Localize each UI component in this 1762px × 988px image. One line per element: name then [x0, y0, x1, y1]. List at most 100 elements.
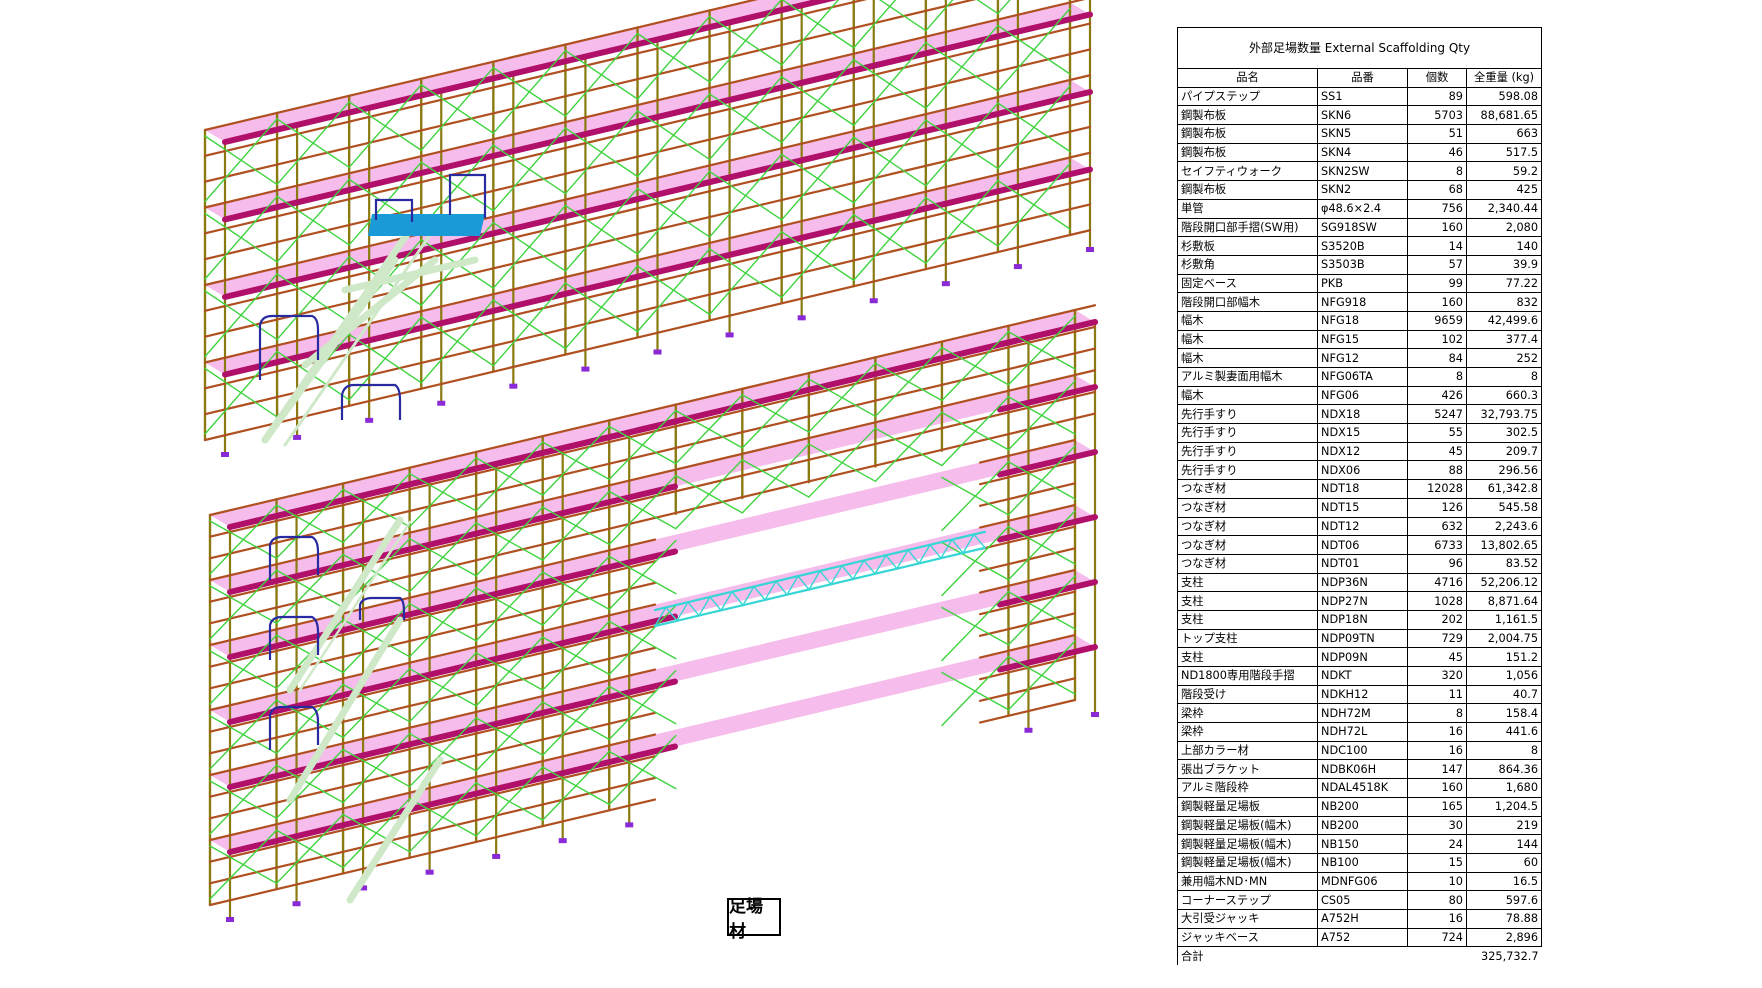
total-spacer	[1318, 947, 1408, 965]
cell-code: SKN2SW	[1317, 161, 1408, 182]
cell-count: 14	[1407, 236, 1467, 256]
cell-code: NDP27N	[1317, 591, 1408, 611]
cell-count: 632	[1407, 516, 1467, 537]
cell-weight: 42,499.6	[1465, 310, 1543, 331]
cross-brace	[941, 606, 1010, 646]
cell-count: 51	[1407, 124, 1467, 144]
table-row: つなぎ材 NDT12 632 2,243.6	[1177, 516, 1543, 537]
cross-brace	[997, 179, 1071, 230]
cross-brace	[636, 187, 711, 238]
cell-weight: 16.5	[1465, 871, 1543, 892]
cross-brace	[276, 195, 350, 246]
cell-name: つなぎ材	[1177, 479, 1318, 499]
cell-code: φ48.6×2.4	[1317, 198, 1408, 219]
cell-weight: 864.36	[1465, 759, 1543, 780]
jack-base	[1013, 264, 1022, 270]
lower-scaffold-assembly	[208, 304, 1099, 922]
cell-count: 88	[1407, 460, 1467, 481]
cross-brace	[708, 170, 783, 221]
cell-count: 12028	[1407, 479, 1467, 499]
cell-count: 8	[1407, 161, 1467, 182]
cell-name: 杉敷角	[1177, 254, 1318, 275]
cell-name: ジャッキベース	[1177, 927, 1318, 948]
cell-code: CS05	[1317, 890, 1408, 910]
table-row: 鋼製軽量足場板(幅木) NB200 30 219	[1177, 815, 1543, 836]
cell-code: SKN6	[1317, 105, 1408, 126]
cell-code: NDKH12	[1317, 684, 1408, 705]
cell-code: SG918SW	[1317, 217, 1408, 238]
cell-code: NDT06	[1317, 535, 1408, 555]
cross-brace	[780, 76, 855, 126]
cell-name: 先行手すり	[1177, 441, 1318, 462]
cell-code: NFG06TA	[1317, 367, 1408, 387]
cell-name: 鋼製軽量足場板(幅木)	[1177, 815, 1318, 836]
table-total-row: 合計 325,732.7	[1177, 946, 1542, 965]
table-row: 鋼製布板 SKN2 68 425	[1177, 180, 1543, 200]
jack-base	[941, 281, 950, 287]
cell-code: SS1	[1317, 86, 1408, 107]
cell-count: 68	[1407, 180, 1467, 200]
table-title: 外部足場数量 External Scaffolding Qty	[1176, 27, 1543, 69]
cell-name: 鋼製布板	[1177, 124, 1318, 144]
cell-code: NDT18	[1317, 479, 1408, 499]
cell-weight: 151.2	[1465, 647, 1543, 667]
cell-weight: 40.7	[1465, 684, 1543, 705]
cell-weight: 77.22	[1465, 273, 1543, 294]
cell-count: 126	[1407, 497, 1467, 518]
table-row: つなぎ材 NDT15 126 545.58	[1177, 497, 1543, 518]
table-body: パイプステップ SS1 89 598.08 鋼製布板 SKN6 5703 88,681.65 鋼…	[1177, 86, 1543, 948]
table-row: 鋼製軽量足場板 NB200 165 1,204.5	[1177, 796, 1543, 817]
cell-weight: 2,243.6	[1465, 516, 1543, 537]
cell-code: NDP18N	[1317, 609, 1408, 630]
cell-weight: 39.9	[1465, 254, 1543, 275]
jack-base	[492, 853, 501, 859]
cell-weight: 60	[1465, 852, 1543, 873]
jack-base	[221, 452, 229, 457]
table-row: つなぎ材 NDT18 12028 61,342.8	[1177, 479, 1543, 499]
cell-count: 5703	[1407, 105, 1467, 126]
table-row: アルミ階段枠 NDAL4518K 160 1,680	[1177, 778, 1543, 798]
cell-name: 階段開口部手摺(SW用)	[1177, 217, 1318, 238]
cell-count: 202	[1407, 609, 1467, 630]
table-row: 固定ベース PKB 99 77.22	[1177, 273, 1543, 294]
cell-weight: 302.5	[1465, 423, 1543, 443]
cross-brace	[348, 333, 422, 384]
cell-code: A752H	[1317, 908, 1408, 929]
cross-brace	[997, 24, 1071, 75]
cross-brace	[564, 49, 639, 100]
cell-code: S3503B	[1317, 254, 1408, 275]
cell-code: NDX18	[1317, 404, 1408, 425]
table-row: 梁枠 NDH72M 8 158.4	[1177, 703, 1543, 724]
cell-code: PKB	[1317, 273, 1408, 294]
cell-code: NB150	[1317, 834, 1408, 854]
jack-base	[509, 383, 518, 389]
table-row: 幅木 NFG12 84 252	[1177, 348, 1543, 368]
table-row: 大引受ジャッキ A752H 16 78.88	[1177, 908, 1543, 929]
cross-brace	[941, 671, 1010, 711]
cross-brace	[636, 110, 711, 161]
cell-count: 46	[1407, 142, 1467, 163]
table-row: アルミ製妻面用幅木 NFG06TA 8 8	[1177, 367, 1543, 387]
table-row: 階段開口部手摺(SW用) SG918SW 160 2,080	[1177, 217, 1543, 238]
cell-name: アルミ製妻面用幅木	[1177, 367, 1318, 387]
table-row: コーナーステップ CS05 80 597.6	[1177, 890, 1543, 910]
cross-brace	[204, 135, 278, 186]
cell-name: コーナーステップ	[1177, 890, 1318, 910]
cell-count: 11	[1407, 684, 1467, 705]
cell-weight: 1,056	[1465, 666, 1543, 686]
cross-brace	[925, 41, 999, 92]
cell-code: SKN4	[1317, 142, 1408, 163]
cell-weight: 59.2	[1465, 161, 1543, 182]
table-row: 鋼製布板 SKN5 51 663	[1177, 124, 1543, 144]
cross-brace	[636, 265, 711, 316]
cell-count: 1028	[1407, 591, 1467, 611]
cross-brace	[808, 443, 877, 483]
jack-base	[365, 417, 374, 423]
cell-count: 147	[1407, 759, 1467, 780]
cell-weight: 660.3	[1465, 385, 1543, 406]
table-row: ND1800専用階段手摺 NDKT 320 1,056	[1177, 666, 1543, 686]
cell-name: 幅木	[1177, 329, 1318, 350]
table-row: 幅木 NFG06 426 660.3	[1177, 385, 1543, 406]
cell-count: 8	[1407, 367, 1467, 387]
table-row: 鋼製軽量足場板(幅木) NB150 24 144	[1177, 834, 1543, 854]
